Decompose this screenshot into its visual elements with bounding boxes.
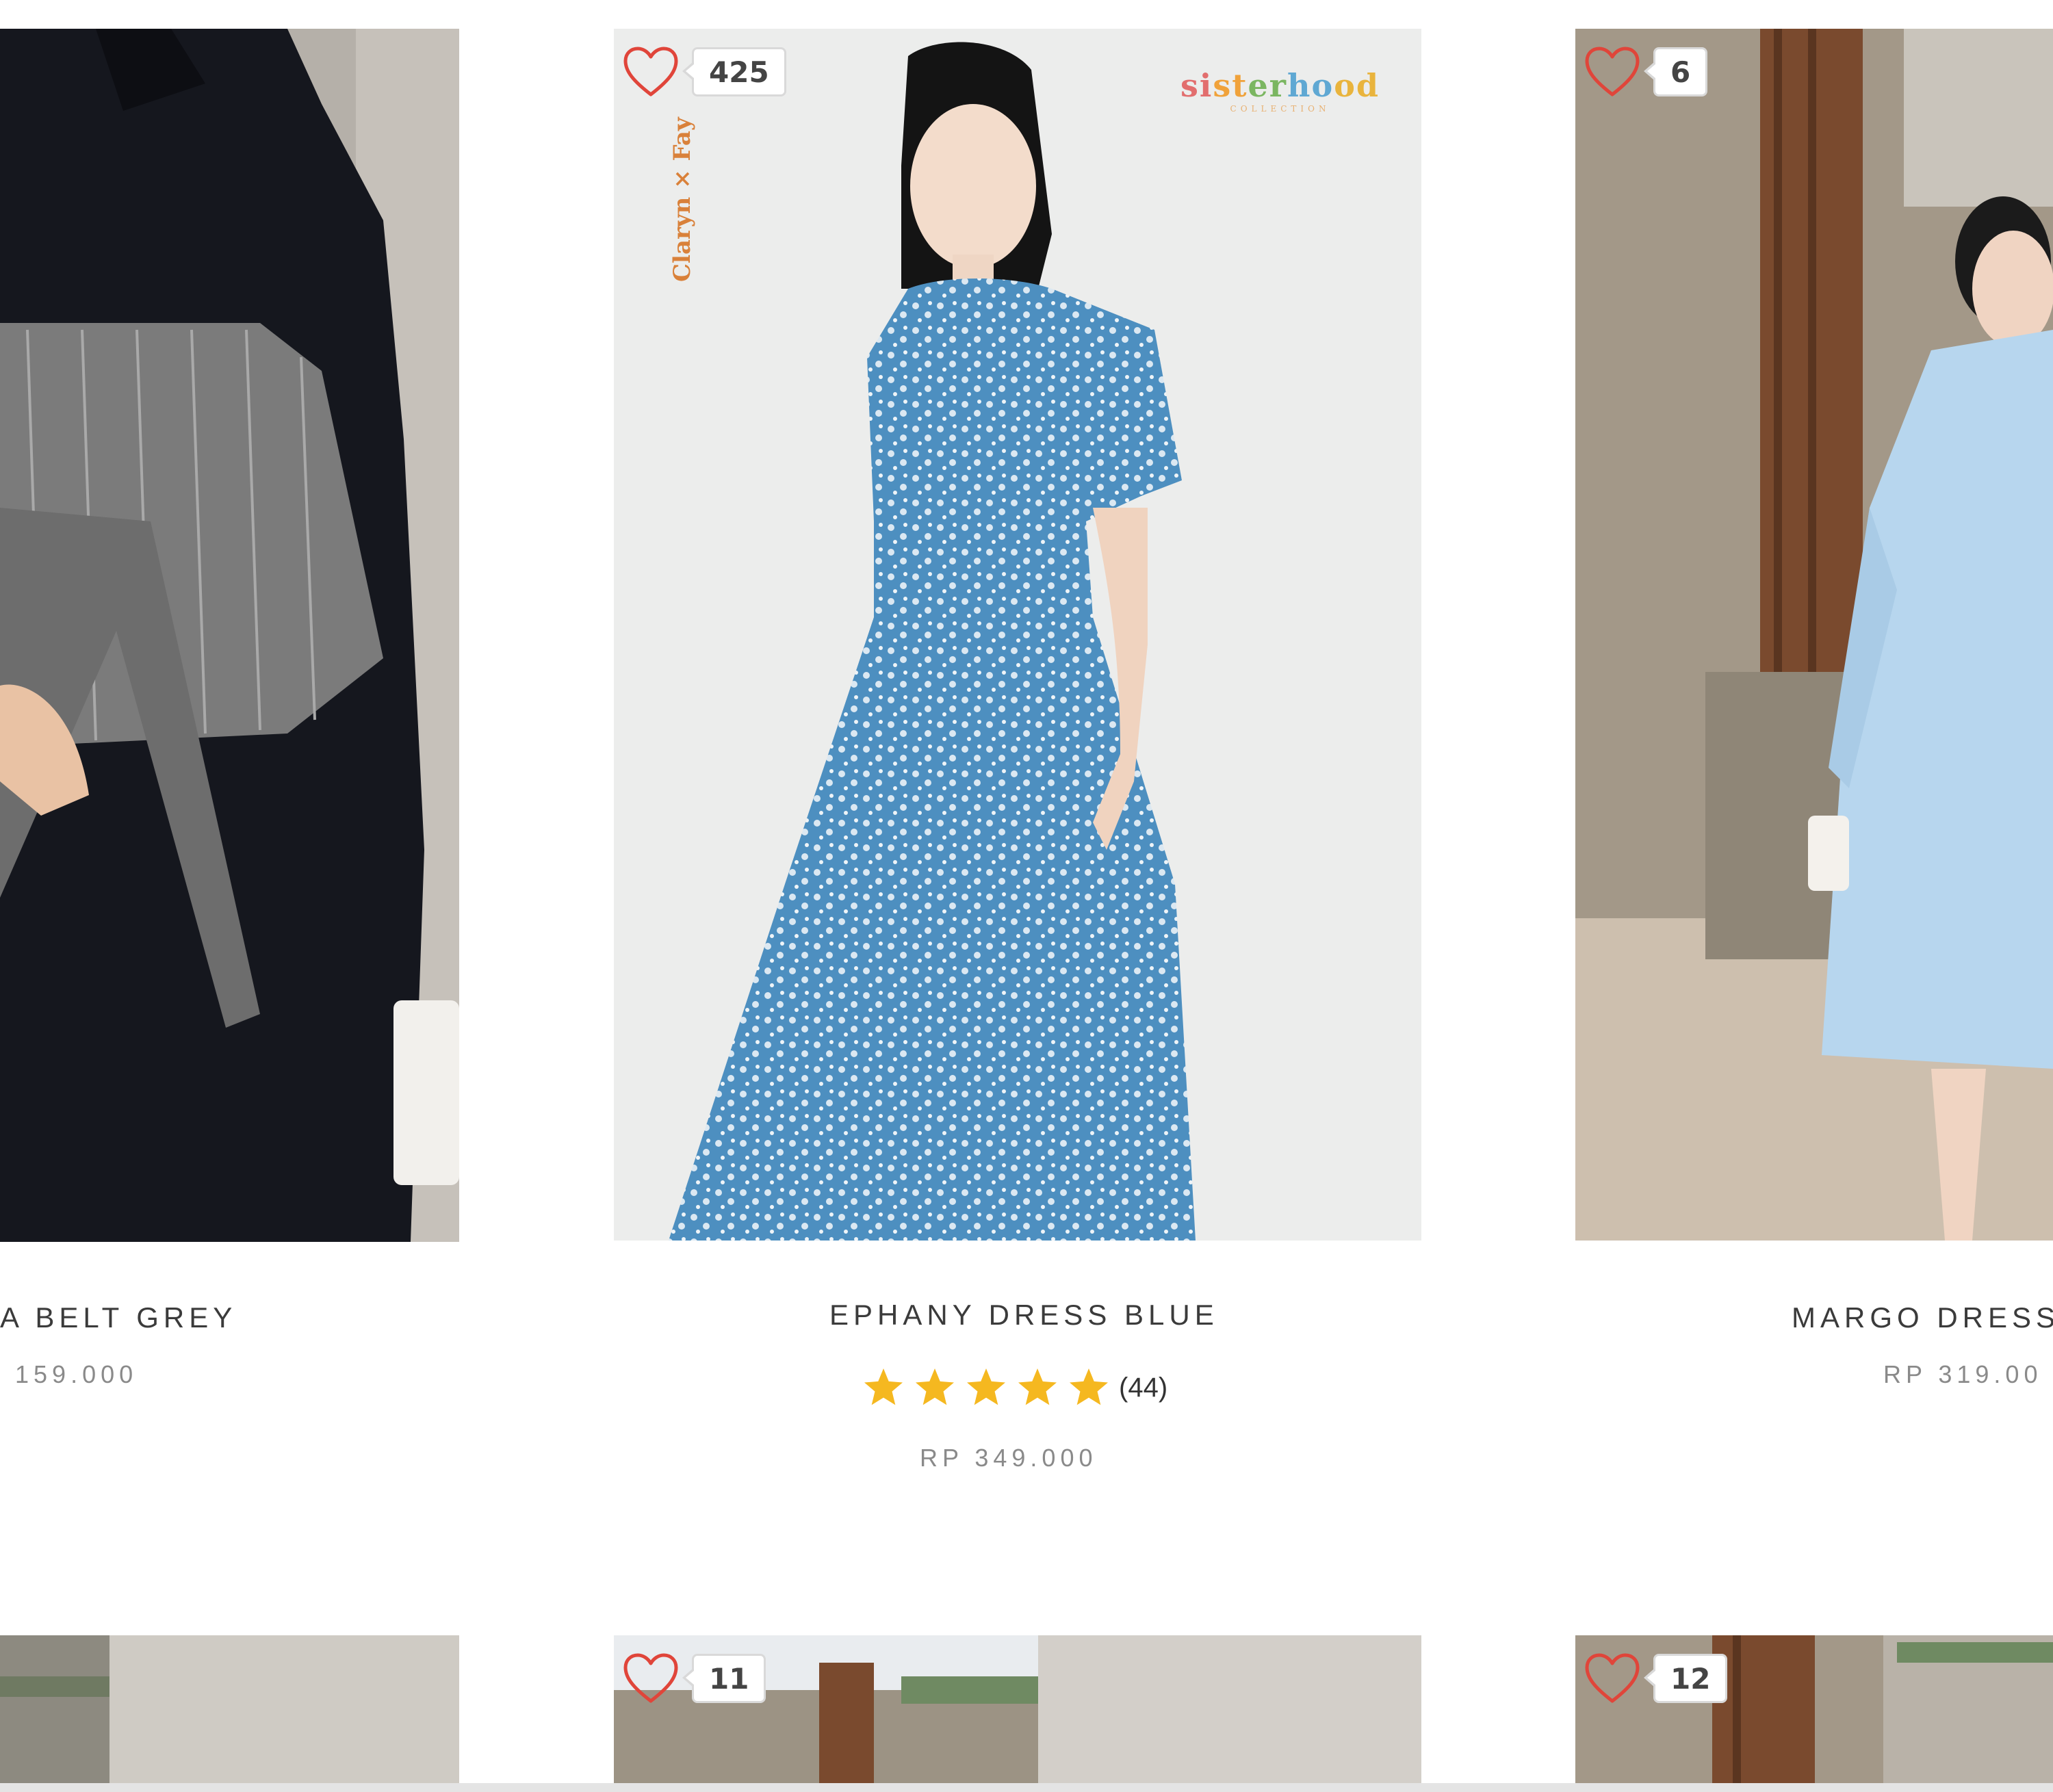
product-image-belt[interactable] — [0, 29, 459, 1242]
product-photo-belt — [0, 29, 459, 1242]
product-image-ephany[interactable]: 425 Claryn × Fay sisterhood COLLECTION — [614, 29, 1421, 1241]
product-title[interactable]: EPHANY DRESS BLUE — [829, 1299, 1219, 1332]
product-price: RP 349.000 — [920, 1444, 1098, 1472]
wishlist-widget[interactable]: 12 — [1584, 1652, 1728, 1705]
heart-outline-icon[interactable] — [1584, 1652, 1641, 1705]
brand-logo-subtext: COLLECTION — [1230, 104, 1330, 114]
wishlist-count: 6 — [1643, 47, 1708, 96]
wishlist-count: 11 — [682, 1654, 766, 1703]
heart-outline-icon[interactable] — [622, 45, 680, 99]
heart-outline-icon[interactable] — [1584, 45, 1641, 99]
brand-logo-text: sisterhood — [1180, 67, 1380, 104]
product-title[interactable]: A BELT GREY — [0, 1301, 237, 1334]
collab-label: Claryn × Fay — [669, 117, 696, 282]
product-image-row2-3[interactable]: 12 — [1575, 1635, 2053, 1792]
product-price: 159.000 — [15, 1360, 138, 1388]
product-image-row2-2[interactable]: 11 — [614, 1635, 1421, 1792]
star-icon — [1070, 1368, 1108, 1405]
product-image-row2-1[interactable] — [0, 1635, 459, 1792]
star-icon — [967, 1368, 1005, 1405]
heart-outline-icon[interactable] — [622, 1652, 680, 1705]
star-icon — [864, 1368, 903, 1405]
product-photo-row2-1 — [0, 1635, 459, 1792]
wishlist-widget[interactable]: 11 — [622, 1652, 766, 1705]
star-icon — [916, 1368, 954, 1405]
wishlist-widget[interactable]: 6 — [1584, 45, 1708, 99]
star-icon — [1018, 1368, 1057, 1405]
product-title[interactable]: MARGO DRESS — [1792, 1301, 2053, 1334]
product-rating[interactable]: (44) — [861, 1366, 1167, 1410]
product-image-margo[interactable]: 6 — [1575, 29, 2053, 1241]
product-photo-ephany — [614, 29, 1421, 1241]
rating-count: (44) — [1119, 1372, 1168, 1403]
product-photo-margo — [1575, 29, 2053, 1241]
brand-logo-sisterhood: sisterhood COLLECTION — [1180, 67, 1380, 114]
wishlist-widget[interactable]: 425 — [622, 45, 786, 99]
wishlist-count: 12 — [1643, 1654, 1728, 1703]
window-bottom-edge — [0, 1783, 2053, 1792]
wishlist-count: 425 — [682, 47, 786, 96]
product-price: RP 319.00 — [1883, 1360, 2043, 1388]
